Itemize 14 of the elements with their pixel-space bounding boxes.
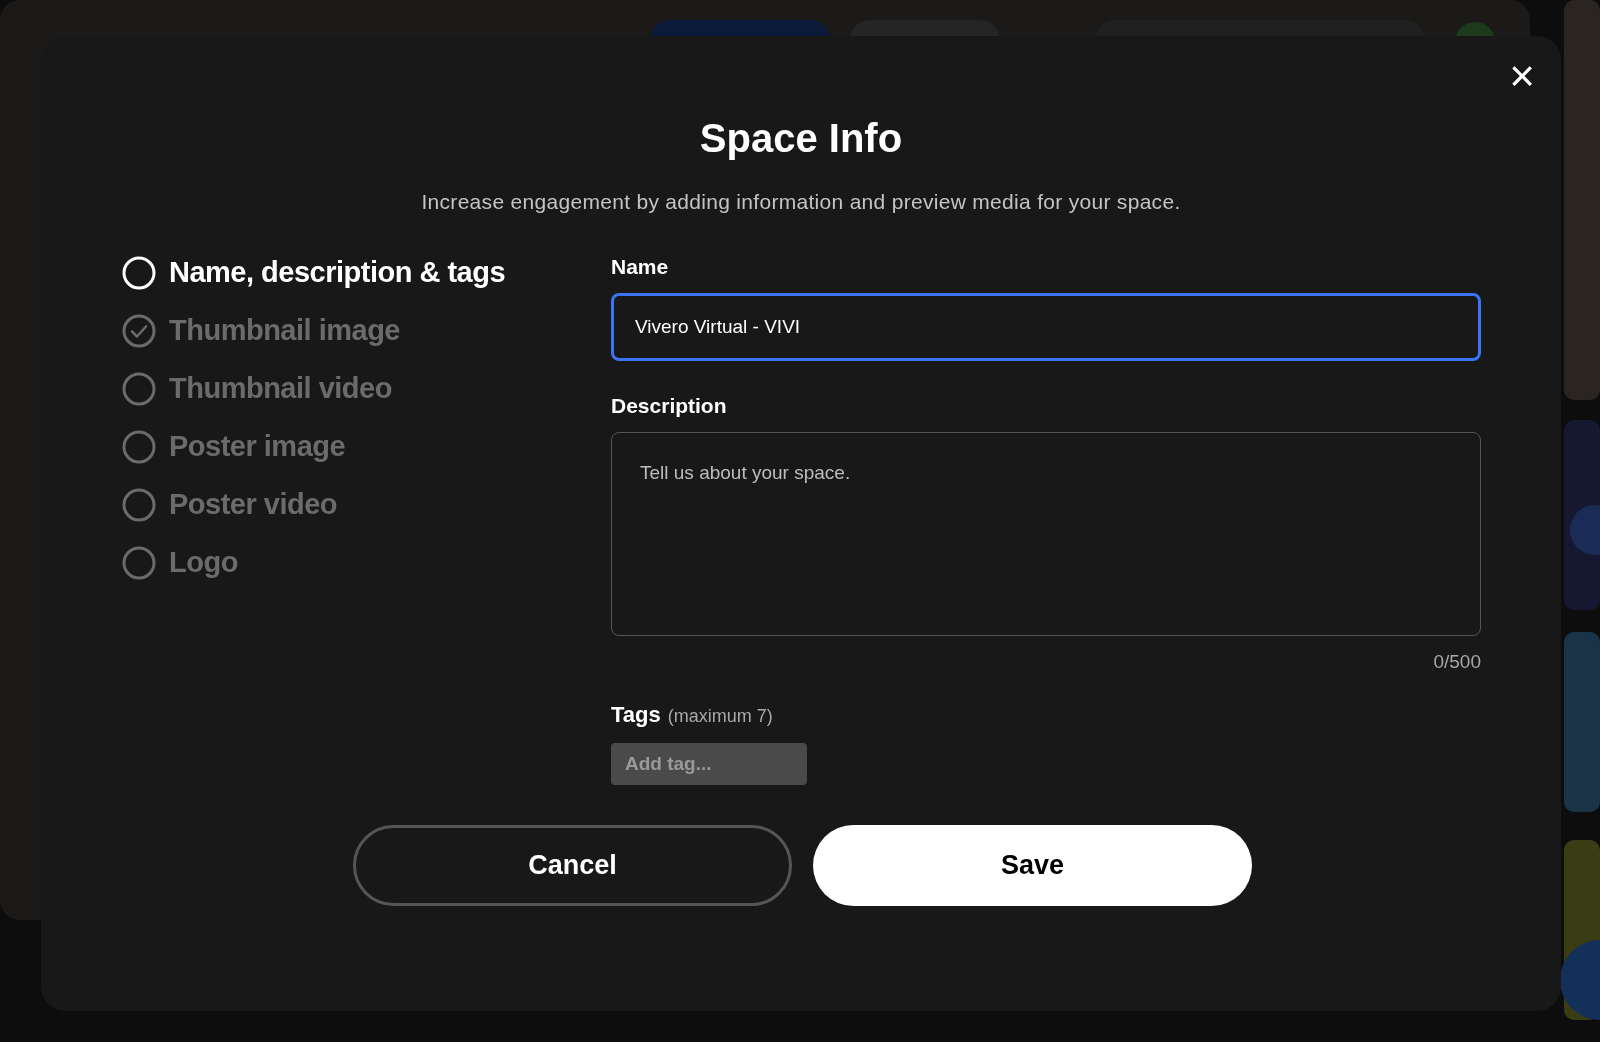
tag-input[interactable]: Add tag... [611, 743, 807, 785]
field-label: Tags [611, 701, 661, 729]
dialog-title: Space Info [699, 118, 903, 158]
description-input[interactable]: Tell us about your space. [611, 431, 1481, 636]
step-item[interactable]: Name, description & tags [122, 255, 611, 291]
cancel-button[interactable]: Cancel [353, 825, 792, 906]
field-hint: (maximum 7) [667, 705, 773, 728]
close-button[interactable]: × [1509, 54, 1535, 98]
dialog-subtitle: Increase engagement by adding information and preview media for your space. [421, 189, 1181, 215]
save-button[interactable]: Save [813, 825, 1252, 906]
field-label: Description [611, 394, 728, 416]
character-counter: 0/500 [1433, 649, 1481, 674]
name-input[interactable]: Vivero Virtual - VIVI [611, 292, 1481, 361]
field-label: Name [611, 255, 670, 277]
